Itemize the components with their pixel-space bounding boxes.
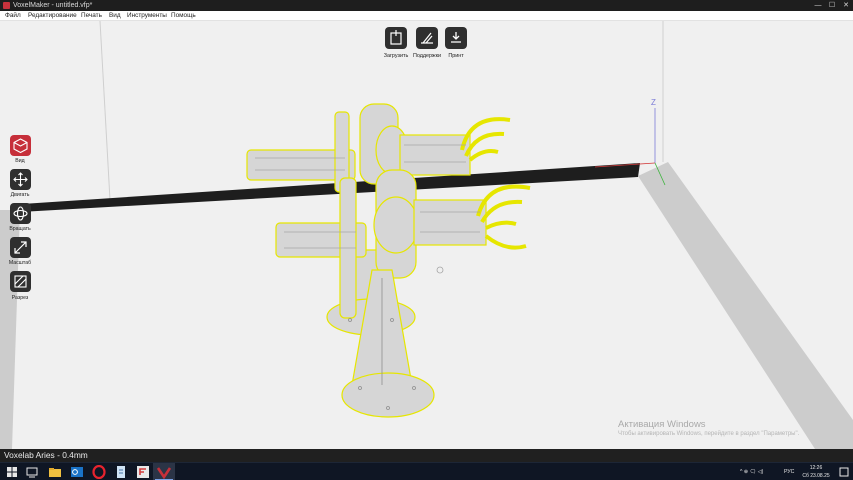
sidebar-label-cut: Разрез [11,295,29,301]
menu-tools[interactable]: Инструменты [127,11,167,21]
scene-canvas [0,21,853,449]
sidebar-label-rotate: Вращать [9,226,31,232]
status-bar: Voxelab Aries - 0.4mm [0,449,853,462]
notifications-icon[interactable] [837,465,851,479]
sidebar-label-view: Вид [15,158,25,164]
maximize-button[interactable]: ☐ [825,0,839,11]
bed-right-plate [638,162,853,449]
sidebar-label-move: Двигать [10,192,30,198]
file-explorer-icon[interactable] [48,465,62,479]
sidebar-item-scale[interactable] [10,237,31,258]
title-bar: VoxelMaker - untitled.vfp* — ☐ ✕ [0,0,853,11]
sidebar-label-scale: Масштаб [8,260,32,266]
volume-edge-left [99,21,111,201]
voxelmaker-icon [155,467,173,480]
print-label: Принт [448,53,464,59]
menu-help[interactable]: Помощь [171,11,196,21]
minimize-button[interactable]: — [811,0,825,11]
print-button[interactable] [445,27,467,49]
language-indicator[interactable]: РУС [784,463,794,480]
sidebar-item-rotate[interactable] [10,203,31,224]
load-label: Загрузить [383,53,409,59]
clock-date: Сб 23.08.25 [802,473,830,479]
top-toolbar: Загрузить Поддержки Принт [381,27,473,67]
sidebar-item-cut[interactable] [10,271,31,292]
cut-icon [14,275,27,288]
menu-file[interactable]: Файл [5,11,21,21]
window-controls: — ☐ ✕ [811,0,853,11]
clock-time: 12:26 [809,465,823,471]
notepad-icon[interactable] [114,465,128,479]
menu-edit[interactable]: Редактирование [28,11,77,21]
supports-label: Поддержки [412,53,442,59]
close-button[interactable]: ✕ [839,0,853,11]
task-view-icon[interactable] [25,465,39,479]
activation-watermark-subtitle: Чтобы активировать Windows, перейдите в … [618,431,800,437]
load-button[interactable] [385,27,407,49]
print-icon [451,32,461,43]
taskbar: ^ ⊕ 🗨 ◁) РУС 12:26 Сб 23.08.25 [0,462,853,480]
menu-view[interactable]: Вид [109,11,121,21]
slicer-app-icon[interactable] [136,465,150,479]
voxelmaker-taskbar-item[interactable] [153,463,175,480]
app-logo-icon [3,2,10,9]
printer-profile[interactable]: Voxelab Aries - 0.4mm [4,450,88,460]
windows-start-icon[interactable] [5,465,19,479]
sidebar-item-view[interactable] [10,135,31,156]
menu-print[interactable]: Печать [81,11,102,21]
load-icon [390,30,402,45]
opera-icon[interactable] [92,465,106,479]
z-axis-label: Z [651,98,656,107]
menu-bar: Файл Редактирование Печать Вид Инструмен… [0,11,853,21]
activation-watermark-title: Активация Windows [618,419,706,430]
window-title: VoxelMaker - untitled.vfp* [13,2,93,9]
view-cube-icon [13,138,28,154]
sidebar-item-move[interactable] [10,169,31,190]
supports-icon [421,32,433,44]
system-clock[interactable]: 12:26 Сб 23.08.25 [797,464,835,480]
supports-button[interactable] [416,27,438,49]
move-icon [13,172,28,187]
voxelmaker-window: VoxelMaker - untitled.vfp* — ☐ ✕ Файл Ре… [0,0,853,480]
rotate-icon [13,206,28,221]
scale-icon [14,241,27,254]
3d-viewport[interactable]: Z [0,21,853,449]
outlook-icon[interactable] [70,465,84,479]
tray-icons[interactable]: ^ ⊕ 🗨 ◁) [740,463,763,480]
